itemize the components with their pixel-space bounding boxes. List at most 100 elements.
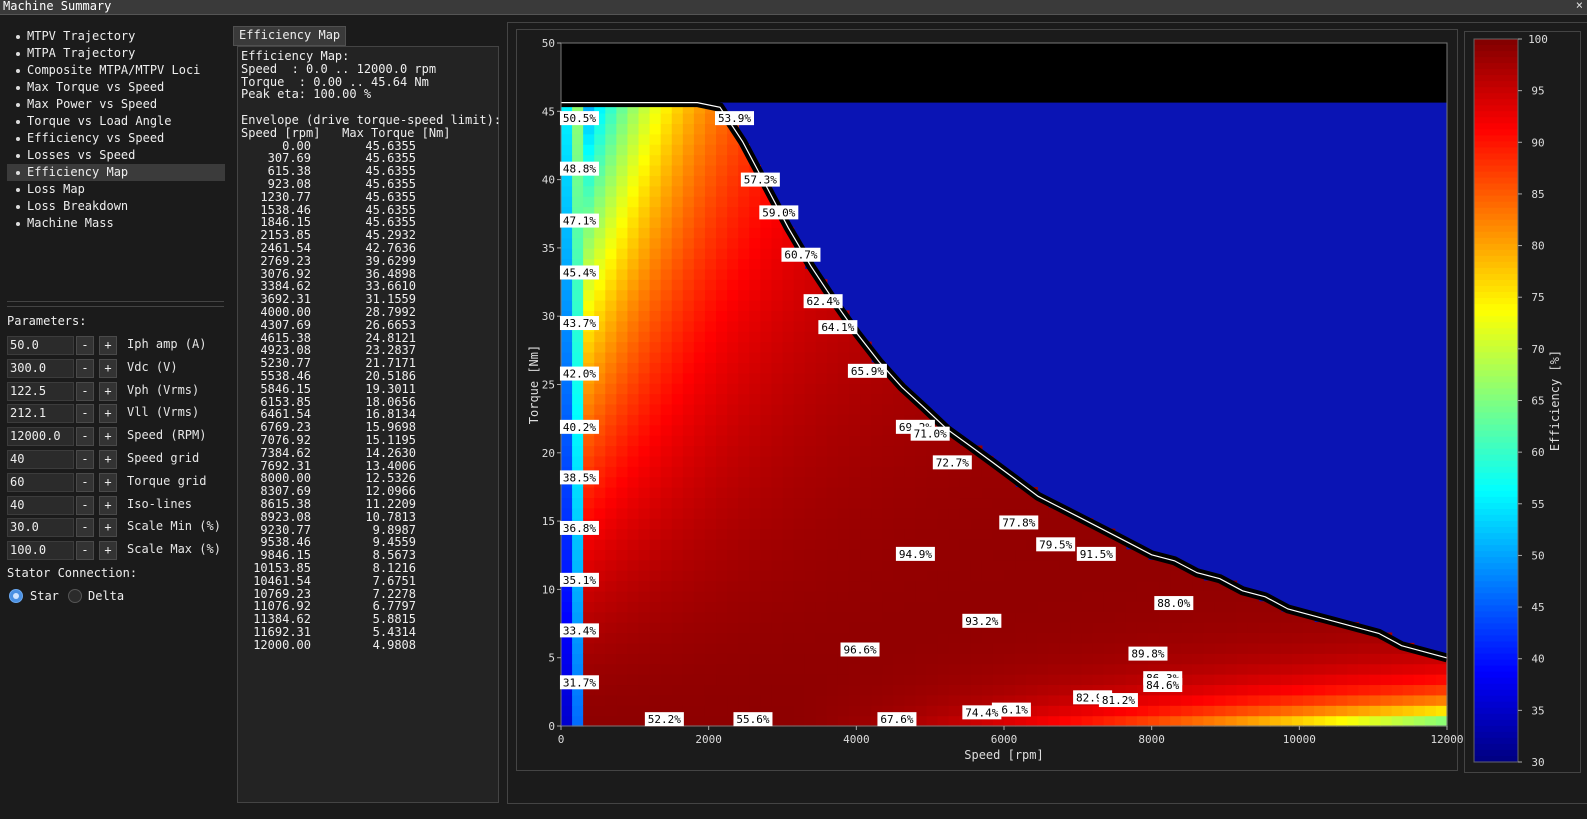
decrement-button[interactable]: - <box>76 427 94 447</box>
y-tick-label: 5 <box>548 652 555 665</box>
heatmap-cell <box>904 528 916 540</box>
parameter-input[interactable]: 122.5 <box>7 381 74 401</box>
heatmap-cell <box>1159 611 1171 623</box>
nav-item[interactable]: Losses vs Speed <box>7 147 225 164</box>
nav-item[interactable]: Max Torque vs Speed <box>7 79 225 96</box>
increment-button[interactable]: + <box>99 518 117 538</box>
tab-efficiency-map[interactable]: Efficiency Map <box>233 26 347 46</box>
nav-item[interactable]: MTPV Trajectory <box>7 28 225 45</box>
heatmap-cell <box>1192 611 1204 623</box>
decrement-button[interactable]: - <box>76 336 94 355</box>
nav-item[interactable]: Torque vs Load Angle <box>7 113 225 130</box>
heatmap-cell <box>727 518 739 530</box>
colorbar-tick-label: 85 <box>1531 188 1544 201</box>
heatmap-cell <box>860 424 872 436</box>
increment-button[interactable]: + <box>99 404 117 424</box>
nav-item[interactable]: MTPA Trajectory <box>7 45 225 62</box>
nav-item[interactable]: Machine Mass <box>7 215 225 232</box>
parameter-input[interactable]: 30.0 <box>7 518 74 538</box>
heatmap-cell <box>760 403 773 415</box>
heatmap-cell <box>704 237 717 249</box>
parameter-input[interactable]: 40 <box>7 495 74 515</box>
heatmap-cell <box>760 300 773 312</box>
heatmap-cell <box>871 622 883 634</box>
nav-item[interactable]: Efficiency vs Speed <box>7 130 225 147</box>
heatmap-cell <box>804 694 817 706</box>
nav-item[interactable]: Loss Breakdown <box>7 198 225 215</box>
heatmap-cell <box>660 538 673 550</box>
colorbar-segment <box>1474 286 1518 293</box>
nav-item[interactable]: Loss Map <box>7 181 225 198</box>
heatmap-cell <box>660 268 673 280</box>
heatmap-cell <box>848 611 861 623</box>
nav-item[interactable]: Composite MTPA/MTPV Loci <box>7 62 225 79</box>
close-icon[interactable]: × <box>1576 0 1583 12</box>
heatmap-cell <box>848 476 861 488</box>
heatmap-cell <box>605 590 617 602</box>
heatmap-cell <box>882 497 894 509</box>
colorbar-segment <box>1474 267 1518 275</box>
envelope-torque: 42.7636 <box>365 241 416 255</box>
decrement-button[interactable]: - <box>76 358 94 378</box>
parameter-input[interactable]: 60 <box>7 472 74 492</box>
heatmap-cell <box>1280 642 1293 654</box>
heatmap-cell <box>848 341 861 353</box>
heatmap-cell <box>981 487 994 499</box>
heatmap-cell <box>583 611 595 623</box>
decrement-button[interactable]: - <box>76 450 94 469</box>
heatmap-cell <box>660 175 673 187</box>
heatmap-cell <box>837 351 850 363</box>
decrement-button[interactable]: - <box>76 404 94 424</box>
increment-button[interactable]: + <box>99 381 117 401</box>
heatmap-cell <box>959 507 972 519</box>
heatmap-cell <box>649 237 662 249</box>
delta-radio[interactable] <box>68 589 82 603</box>
heatmap-cell <box>860 518 872 530</box>
parameter-input[interactable]: 50.0 <box>7 336 74 355</box>
heatmap-cell <box>594 248 606 260</box>
increment-button[interactable]: + <box>99 541 117 561</box>
star-radio[interactable] <box>9 589 23 603</box>
heatmap-cell <box>660 279 673 291</box>
heatmap-cell <box>1059 611 1072 623</box>
heatmap-cell <box>671 393 684 405</box>
increment-button[interactable]: + <box>99 427 117 447</box>
heatmap-cell <box>1070 653 1083 665</box>
decrement-button[interactable]: - <box>76 518 94 538</box>
heatmap-cell <box>860 393 872 405</box>
heatmap-cell <box>1380 674 1393 686</box>
heatmap-cell <box>1004 497 1016 509</box>
decrement-button[interactable]: - <box>76 381 94 401</box>
heatmap-cell <box>605 403 617 415</box>
increment-button[interactable]: + <box>99 472 117 492</box>
heatmap-cell <box>970 590 983 602</box>
parameter-input[interactable]: 12000.0 <box>7 427 74 447</box>
heatmap-cell <box>738 258 750 270</box>
heatmap-cell <box>738 653 750 665</box>
heatmap-cell <box>660 580 673 592</box>
heatmap-cell <box>837 580 850 592</box>
nav-item[interactable]: Max Power vs Speed <box>7 96 225 113</box>
heatmap-cell <box>605 580 617 592</box>
heatmap-cell <box>627 185 640 197</box>
parameter-input[interactable]: 40 <box>7 450 74 469</box>
decrement-button[interactable]: - <box>76 495 94 515</box>
decrement-button[interactable]: - <box>76 472 94 492</box>
heatmap-cell <box>638 611 651 623</box>
parameter-input[interactable]: 212.1 <box>7 404 74 424</box>
decrement-button[interactable]: - <box>76 541 94 561</box>
parameter-input[interactable]: 300.0 <box>7 358 74 378</box>
colorbar-segment <box>1474 111 1518 118</box>
heatmap-cell <box>649 113 662 124</box>
heatmap-cell <box>1004 549 1016 561</box>
nav-item[interactable]: Efficiency Map <box>7 164 225 181</box>
heatmap-cell <box>583 705 595 717</box>
heatmap-cell <box>1391 684 1404 696</box>
increment-button[interactable]: + <box>99 336 117 355</box>
heatmap-cell <box>738 674 750 686</box>
parameter-input[interactable]: 100.0 <box>7 541 74 561</box>
increment-button[interactable]: + <box>99 358 117 378</box>
increment-button[interactable]: + <box>99 450 117 469</box>
increment-button[interactable]: + <box>99 495 117 515</box>
heatmap-cell <box>970 518 983 530</box>
